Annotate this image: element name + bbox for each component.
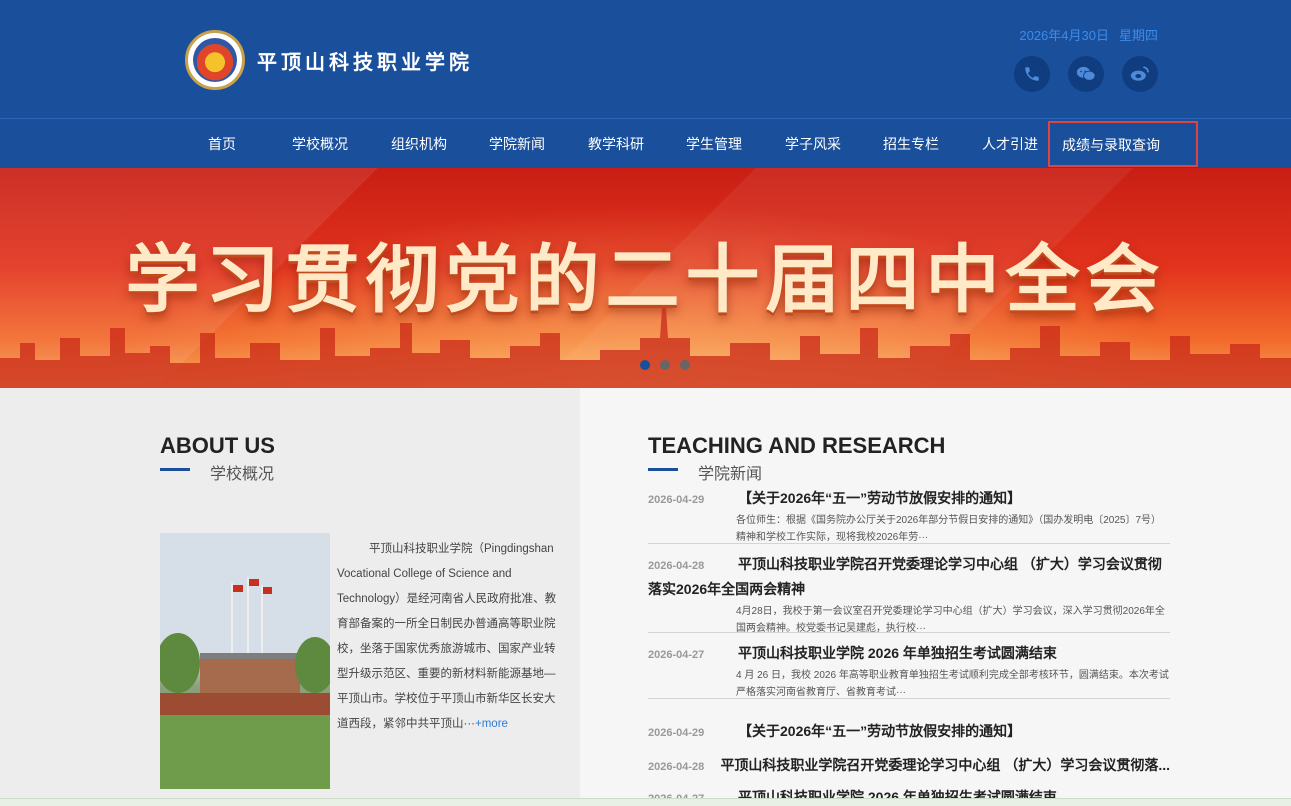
news-description: 各位师生：根据《国务院办公厅关于2026年部分节假日安排的通知》（国办发明电〔2… [736,515,1162,543]
weibo-icon[interactable] [1122,56,1158,92]
date-display: 2026年4月30日 星期四 [1009,25,1158,44]
nav-student-style[interactable]: 学子风采 [779,119,847,169]
school-emblem-icon [185,30,245,90]
news-featured-3[interactable]: 2026-04-27 平顶山科技职业学院 2026 年单独招生考试圆满结束 4 … [648,643,1170,701]
teaching-underline [648,468,678,471]
teaching-title: TEACHING AND RESEARCH [648,433,946,458]
nav-news[interactable]: 学院新闻 [483,119,551,169]
weekday-text: 星期四 [1118,28,1158,43]
nav-recruitment[interactable]: 人才引进 [976,119,1044,169]
about-text-body: 平顶山科技职业学院（Pingdingshan Vocational Colleg… [337,543,557,730]
news-date: 2026-04-28 [648,761,705,773]
news-title-block[interactable]: 2026-04-28 平顶山科技职业学院召开党委理论学习中心组 （扩大）学习会议贯… [648,553,1170,601]
main-nav: 首页 学校概况 组织机构 学院新闻 教学科研 学生管理 学子风采 招生专栏 人才… [0,118,1291,168]
site-header: 平顶山科技职业学院 2026年4月30日 星期四 [0,0,1291,118]
carousel-indicators [640,360,700,370]
school-logo-link[interactable]: 平顶山科技职业学院 [185,30,473,90]
nav-home[interactable]: 首页 [196,119,248,169]
news-title[interactable]: 平顶山科技职业学院 2026 年单独招生考试圆满结束 [738,643,1057,663]
about-more-link[interactable]: +more [475,718,508,730]
nav-admissions[interactable]: 招生专栏 [877,119,945,169]
news-date: 2026-04-29 [648,727,705,739]
news-featured-2[interactable]: 2026-04-28 平顶山科技职业学院召开党委理论学习中心组 （扩大）学习会议贯… [648,553,1170,637]
news-title[interactable]: 平顶山科技职业学院召开党委理论学习中心组 （扩大）学习会议贯彻落... [720,755,1170,775]
news-date: 2026-04-27 [648,649,705,661]
news-featured-1[interactable]: 2026-04-29 【关于2026年“五一”劳动节放假安排的通知】 各位师生：… [648,488,1170,546]
news-title[interactable]: 【关于2026年“五一”劳动节放假安排的通知】 [738,721,1021,741]
social-links [996,56,1158,92]
about-subtitle[interactable]: 学校概况 [210,460,274,484]
carousel-dot-3[interactable] [680,360,690,370]
news-divider [648,543,1170,544]
news-date: 2026-04-29 [648,494,705,506]
wechat-icon[interactable] [1068,56,1104,92]
news-divider [648,632,1170,633]
about-description: 平顶山科技职业学院（Pingdingshan Vocational Colleg… [337,537,565,737]
hero-banner[interactable]: 学习贯彻党的二十届四中全会 [0,168,1291,388]
date-text: 2026年4月30日 [1019,28,1109,43]
school-name: 平顶山科技职业学院 [257,49,473,74]
news-list-item[interactable]: 2026-04-29 【关于2026年“五一”劳动节放假安排的通知】 [648,721,1170,741]
news-date: 2026-04-28 [648,560,705,572]
campus-photo[interactable] [160,533,330,789]
nav-score-query[interactable]: 成绩与录取查询 [1048,121,1198,167]
carousel-dot-2[interactable] [660,360,670,370]
bottom-bar [0,798,1291,806]
news-description: 4 月 26 日，我校 2026 年高等职业教育单独招生考试顺利完成全部考核环节… [736,670,1169,698]
nav-organization[interactable]: 组织机构 [385,119,453,169]
city-skyline-image [0,308,1291,388]
news-divider [648,698,1170,699]
phone-icon[interactable] [1014,56,1050,92]
carousel-dot-1[interactable] [640,360,650,370]
about-title: ABOUT US [160,433,275,458]
news-title[interactable]: 【关于2026年“五一”劳动节放假安排的通知】 [738,488,1021,508]
nav-about[interactable]: 学校概况 [286,119,354,169]
about-underline [160,468,190,471]
teaching-subtitle[interactable]: 学院新闻 [698,460,762,484]
nav-teaching[interactable]: 教学科研 [582,119,650,169]
nav-students[interactable]: 学生管理 [680,119,748,169]
news-list-item[interactable]: 2026-04-28 平顶山科技职业学院召开党委理论学习中心组 （扩大）学习会议… [648,755,1170,775]
